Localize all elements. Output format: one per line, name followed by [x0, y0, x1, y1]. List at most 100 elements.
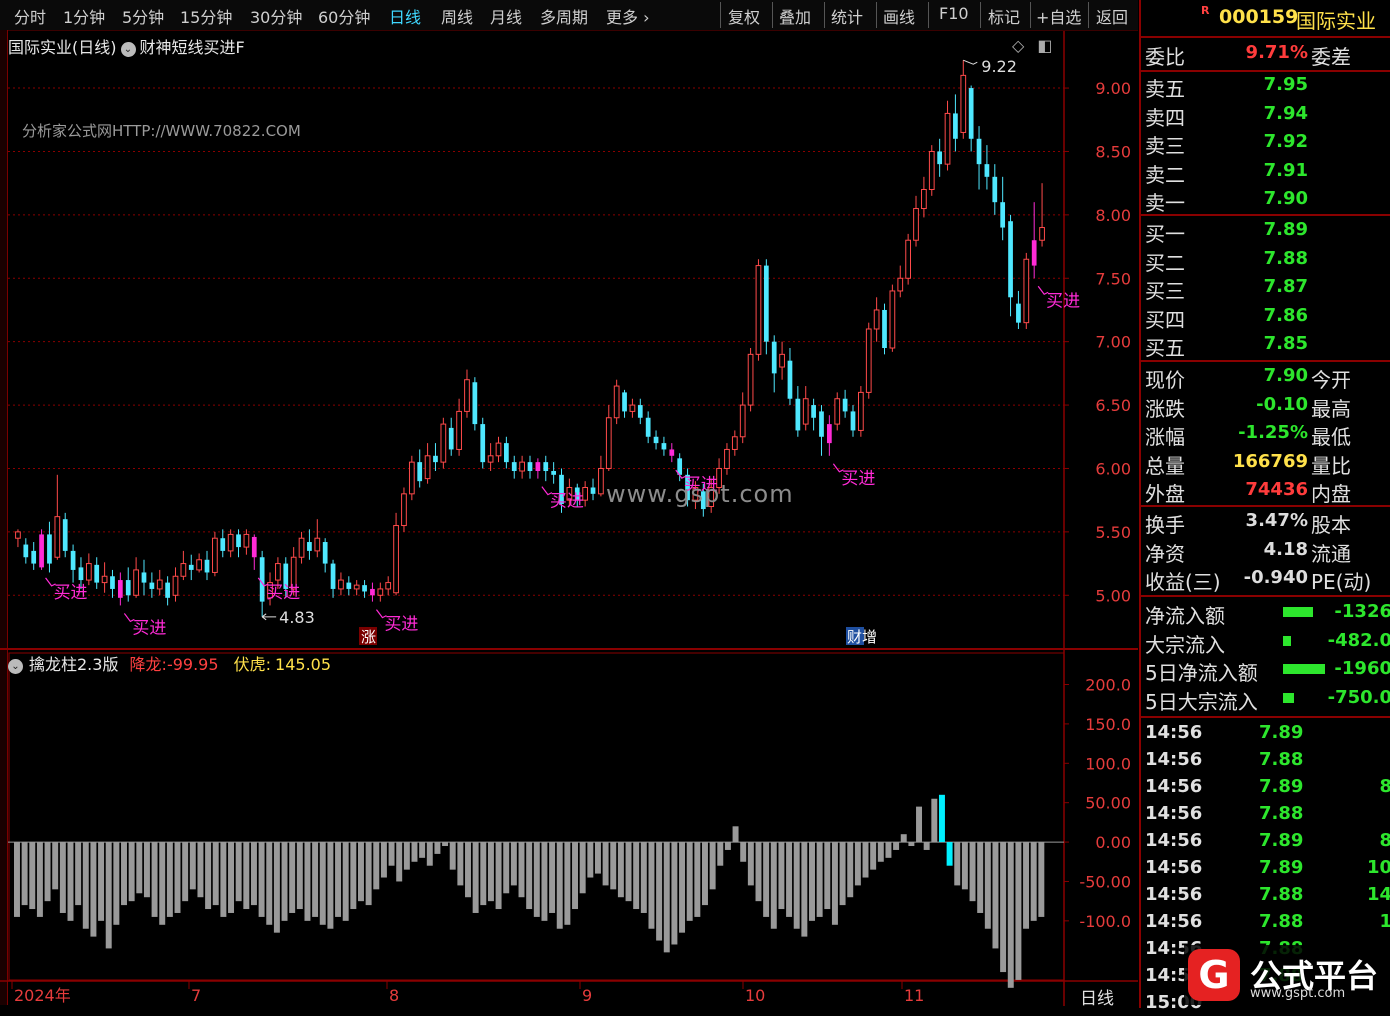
buy-level-5[interactable]: 买五 7.85	[1141, 331, 1390, 360]
fund-row-2[interactable]: 收益(三) -0.940 PE(动)	[1141, 565, 1390, 594]
tick-row[interactable]: 14:56 7.89 8	[1141, 827, 1390, 854]
candle	[968, 85, 974, 152]
candle	[976, 126, 982, 190]
flow-row-1[interactable]: 大宗流入 -482.0	[1141, 628, 1390, 657]
indicator-bar	[113, 842, 120, 925]
toolbar-right-1[interactable]: 叠加	[779, 4, 811, 28]
indicator-bar	[143, 842, 150, 898]
tick-row[interactable]: 14:56 7.89 8	[1141, 773, 1390, 800]
candle	[39, 529, 44, 570]
flow-row-2[interactable]: 5日净流入额 -1960	[1141, 656, 1390, 685]
buy-level-3[interactable]: 买三 7.87	[1141, 274, 1390, 303]
window-toggle-icon[interactable]: ◧	[1037, 36, 1052, 55]
date-axis-label: 9	[582, 986, 592, 1005]
toolbar-left-7[interactable]: 周线	[441, 4, 473, 28]
candle-body	[78, 567, 84, 581]
stock-name[interactable]: 国际实业	[1296, 5, 1376, 34]
candle	[944, 100, 951, 171]
candle	[487, 443, 494, 472]
weibi-row[interactable]: 委比 9.71% 委差	[1141, 40, 1390, 69]
diamond-icon[interactable]: ◇	[1012, 36, 1024, 55]
toolbar-left-4[interactable]: 30分钟	[250, 4, 302, 28]
bottom-period-tab[interactable]: 日线	[1080, 984, 1114, 1009]
sell-level-1[interactable]: 卖一 7.90	[1141, 186, 1390, 215]
stock-code[interactable]: 000159	[1219, 6, 1298, 28]
indicator-bar	[159, 842, 166, 925]
toolbar-left-3[interactable]: 15分钟	[180, 4, 232, 28]
candle	[590, 478, 596, 501]
indicator-bar	[778, 842, 785, 910]
indicator-bar	[495, 842, 502, 910]
toolbar-right-6[interactable]: +自选	[1036, 4, 1081, 28]
tick-row[interactable]: 14:56 7.88	[1141, 800, 1390, 827]
toolbar-right-4[interactable]: F10	[939, 4, 969, 23]
quote-row-4[interactable]: 外盘 74436 内盘	[1141, 477, 1390, 506]
indicator-bar	[29, 842, 36, 910]
tick-time: 14:56	[1145, 803, 1203, 824]
candle-body	[731, 436, 738, 450]
indicator-collapse-icon[interactable]: ⌄	[8, 659, 23, 674]
candle-body	[882, 309, 887, 349]
sell-level-4-label: 卖四	[1145, 105, 1185, 130]
candle	[605, 405, 612, 472]
candle-body	[739, 404, 746, 438]
candle-body	[629, 404, 636, 412]
toolbar-right-2[interactable]: 统计	[831, 4, 863, 28]
candle-body	[960, 74, 967, 133]
buy-level-4[interactable]: 买四 7.86	[1141, 303, 1390, 332]
indicator-bar	[67, 842, 74, 921]
indicator-bar	[228, 842, 235, 913]
quote-row-2[interactable]: 涨幅 -1.25% 最低	[1141, 420, 1390, 449]
flow-row-0[interactable]: 净流入额 -1326	[1141, 599, 1390, 628]
buy-level-2[interactable]: 买二 7.88	[1141, 246, 1390, 275]
toolbar-left-0[interactable]: 分时	[14, 4, 46, 28]
candle-body	[645, 417, 651, 437]
buy-level-2-label: 买二	[1145, 250, 1185, 275]
sell-level-5[interactable]: 卖五 7.95	[1141, 72, 1390, 101]
tick-row[interactable]: 14:56 7.88 14	[1141, 881, 1390, 908]
toolbar-left-8[interactable]: 月线	[490, 4, 522, 28]
sell-level-3[interactable]: 卖三 7.92	[1141, 129, 1390, 158]
candle	[928, 145, 935, 196]
tick-row[interactable]: 14:56 7.88	[1141, 746, 1390, 773]
candle-body	[913, 208, 919, 241]
flow-row-3[interactable]: 5日大宗流入 -750.0	[1141, 685, 1390, 714]
indicator-bar	[21, 842, 28, 906]
fund-row-1-value: 4.18	[1263, 538, 1308, 560]
toolbar-right-5[interactable]: 标记	[988, 4, 1020, 28]
toolbar-left-2[interactable]: 5分钟	[122, 4, 164, 28]
fund-row-1[interactable]: 净资 4.18 流通	[1141, 537, 1390, 566]
candle-body	[613, 385, 620, 419]
tick-row[interactable]: 14:56 7.89	[1141, 719, 1390, 746]
candle	[551, 462, 556, 484]
sell-level-2[interactable]: 卖二 7.91	[1141, 158, 1390, 187]
toolbar-left-5[interactable]: 60分钟	[318, 4, 370, 28]
toolbar-separator	[1088, 2, 1089, 28]
fund-row-0[interactable]: 换手 3.47% 股本	[1141, 508, 1390, 537]
indicator-bar	[793, 842, 800, 929]
candle-body	[771, 341, 777, 374]
kline-chart[interactable]: 9.008.508.007.507.006.506.005.505.00买进买进…	[0, 31, 1138, 1006]
toolbar-right-7[interactable]: 返回	[1096, 4, 1128, 28]
indicator-settings-icon[interactable]: ⌄	[120, 42, 136, 57]
toolbar-right-0[interactable]: 复权	[728, 4, 760, 28]
indicator-bar	[82, 842, 89, 929]
indicator-name[interactable]: 擒龙柱2.3版	[29, 655, 118, 674]
toolbar-left-1[interactable]: 1分钟	[63, 4, 105, 28]
buy-level-1[interactable]: 买一 7.89	[1141, 217, 1390, 246]
toolbar-left-9[interactable]: 多周期	[540, 4, 588, 28]
toolbar-left-6[interactable]: 日线	[389, 4, 421, 28]
tick-row[interactable]: 14:56 7.89 10	[1141, 854, 1390, 881]
high-arrow	[963, 59, 978, 65]
quote-row-0[interactable]: 现价 7.90 今开	[1141, 363, 1390, 392]
gspt-watermark: www.gspt.com	[606, 480, 794, 508]
candle	[433, 443, 438, 472]
quote-row-3[interactable]: 总量 166769 量比	[1141, 449, 1390, 478]
sell-level-4[interactable]: 卖四 7.94	[1141, 101, 1390, 130]
toolbar-right-3[interactable]: 画线	[883, 4, 915, 28]
tick-row[interactable]: 14:56 7.88 1	[1141, 908, 1390, 935]
quote-row-1[interactable]: 涨跌 -0.10 最高	[1141, 392, 1390, 421]
toolbar-left-10[interactable]: 更多 ›	[606, 4, 650, 28]
chart-title-indicator[interactable]: 财神短线买进F	[140, 38, 245, 57]
candle-body	[1031, 240, 1037, 266]
